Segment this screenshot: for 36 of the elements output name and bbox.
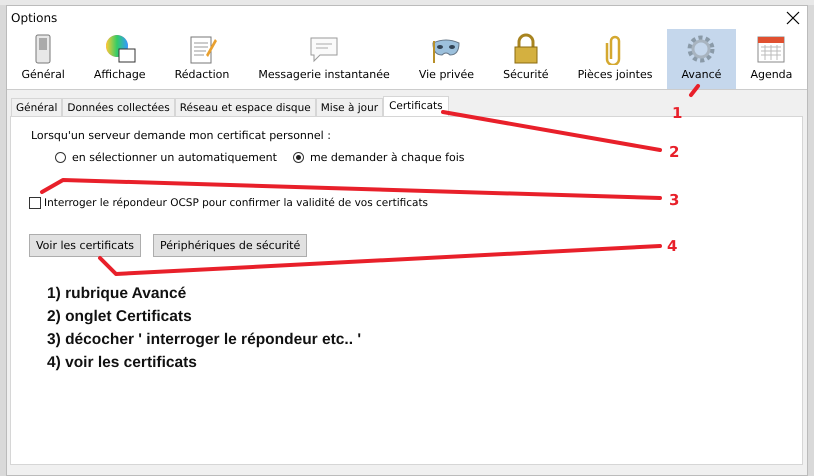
radio-button[interactable] — [55, 152, 66, 163]
dialog-button[interactable]: Voir les certificats — [29, 234, 141, 257]
instruction-text: 4) voir les certificats — [47, 354, 197, 372]
annotation-number: 3 — [669, 191, 680, 209]
window-title: Options — [11, 10, 58, 24]
instruction-text: 3) décocher ' interroger le répondeur etc.. ' — [47, 331, 362, 349]
annotation-line — [689, 84, 700, 97]
instruction-text: 1) rubrique Avancé — [47, 285, 186, 303]
tab[interactable]: Données collectées — [62, 98, 175, 116]
instruction-text: 2) onglet Certificats — [47, 308, 192, 326]
toolbar-item[interactable]: Avancé — [666, 29, 736, 89]
toolbar-item[interactable]: Pièces jointes — [563, 29, 667, 89]
annotation-number: 1 — [672, 104, 682, 122]
tab[interactable]: Général — [11, 98, 62, 116]
checkbox-option[interactable]: Interroger le répondeur OCSP pour confirmer la validité de vos certificats — [29, 197, 428, 209]
toolbar-item[interactable]: Messagerie instantanée — [244, 29, 404, 89]
annotation-number: 4 — [667, 237, 678, 255]
toolbar-item[interactable]: Agenda — [736, 29, 807, 89]
color-wheel-icon — [104, 33, 136, 65]
toolbar-item[interactable]: Rédaction — [160, 29, 244, 89]
tab[interactable]: Réseau et espace disque — [174, 98, 316, 116]
annotation-number: 2 — [669, 143, 680, 161]
radio-option[interactable]: en sélectionner un automatiquement — [55, 151, 277, 164]
prompt-text: Lorsqu'un serveur demande mon certificat personnel : — [31, 129, 332, 142]
tab[interactable]: Certificats — [383, 96, 449, 116]
dialog-button[interactable]: Périphériques de sécurité — [153, 234, 308, 257]
toolbar-item[interactable]: Sécurité — [488, 29, 564, 89]
radio-option[interactable]: me demander à chaque fois — [292, 151, 464, 164]
toolbar-item[interactable]: Général — [7, 29, 80, 89]
toolbar-item[interactable]: Affichage — [79, 29, 160, 89]
toolbar-item[interactable]: Vie privée — [404, 29, 489, 89]
tab[interactable]: Mise à jour — [316, 98, 384, 116]
gear-icon — [685, 33, 718, 65]
radio-button[interactable] — [292, 152, 304, 163]
close-button[interactable] — [785, 10, 801, 26]
checkbox[interactable] — [29, 197, 41, 209]
